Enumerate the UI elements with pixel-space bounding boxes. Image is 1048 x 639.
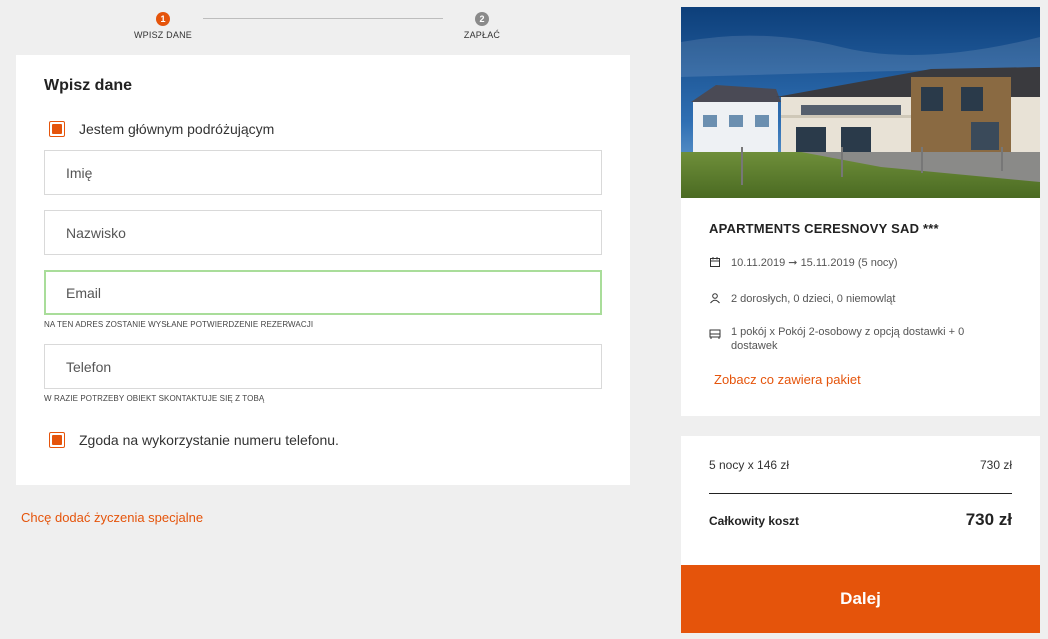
first-name-input[interactable] xyxy=(45,151,601,194)
step-pay: 2 ZAPŁAĆ xyxy=(437,12,527,40)
nights-price-row: 5 nocy x 146 zł 730 zł xyxy=(709,458,1012,472)
main-traveler-label: Jestem głównym podróżującym xyxy=(79,121,275,137)
stay-dates-row: 10.11.2019 ➞ 15.11.2019 (5 nocy) xyxy=(709,256,991,270)
last-name-field xyxy=(44,210,602,255)
email-field xyxy=(44,270,602,315)
email-hint: NA TEN ADRES ZOSTANIE WYSŁANE POTWIERDZE… xyxy=(44,320,314,329)
checkbox-mark xyxy=(52,124,62,134)
email-input[interactable] xyxy=(46,272,600,313)
phone-field xyxy=(44,344,602,389)
price-divider xyxy=(709,493,1012,494)
main-traveler-checkbox[interactable] xyxy=(49,121,65,137)
person-icon xyxy=(709,292,721,304)
step-enter-details: 1 WPISZ DANE xyxy=(118,12,208,40)
guests-row: 2 dorosłych, 0 dzieci, 0 niemowląt xyxy=(709,292,991,306)
total-price-row: Całkowity koszt 730 zł xyxy=(709,510,1012,530)
price-summary-card: 5 nocy x 146 zł 730 zł Całkowity koszt 7… xyxy=(681,436,1040,565)
form-title: Wpisz dane xyxy=(44,77,133,94)
guests-summary: 2 dorosłych, 0 dzieci, 0 niemowląt xyxy=(731,293,896,305)
last-name-input[interactable] xyxy=(45,211,601,254)
nights-label: 5 nocy x 146 zł xyxy=(709,458,790,472)
total-value: 730 zł xyxy=(965,510,1012,529)
hotel-photo xyxy=(681,7,1040,198)
checkbox-mark xyxy=(52,435,62,445)
calendar-icon xyxy=(709,256,721,268)
step-number: 1 xyxy=(156,12,170,26)
phone-input[interactable] xyxy=(45,345,601,388)
progress-stepper: 1 WPISZ DANE 2 ZAPŁAĆ xyxy=(0,0,630,50)
phone-consent-label: Zgoda na wykorzystanie numeru telefonu. xyxy=(79,432,339,448)
step-number: 2 xyxy=(475,12,489,26)
main-traveler-row: Jestem głównym podróżującym xyxy=(49,121,274,137)
hotel-summary-card: APARTMENTS CERESNOVY SAD *** 10.11.2019 … xyxy=(681,7,1040,416)
total-label: Całkowity koszt xyxy=(709,514,800,528)
bed-icon xyxy=(709,328,721,340)
first-name-field xyxy=(44,150,602,195)
phone-consent-row: Zgoda na wykorzystanie numeru telefonu. xyxy=(49,432,339,448)
nights-value: 730 zł xyxy=(979,458,1012,472)
rooms-summary: 1 pokój x Pokój 2-osobowy z opcją dostaw… xyxy=(731,326,965,352)
stay-dates: 10.11.2019 ➞ 15.11.2019 (5 nocy) xyxy=(731,257,898,269)
details-form: Wpisz dane Jestem głównym podróżującym N… xyxy=(16,55,630,485)
step-label: ZAPŁAĆ xyxy=(463,30,501,40)
package-details-link[interactable]: Zobacz co zawiera pakiet xyxy=(714,372,861,387)
hotel-name: APARTMENTS CERESNOVY SAD *** xyxy=(709,221,939,236)
special-requests-link[interactable]: Chcę dodać życzenia specjalne xyxy=(21,510,203,525)
step-label: WPISZ DANE xyxy=(133,30,192,40)
next-button[interactable]: Dalej xyxy=(681,565,1040,633)
phone-consent-checkbox[interactable] xyxy=(49,432,65,448)
stepper-line xyxy=(203,18,443,19)
rooms-row: 1 pokój x Pokój 2-osobowy z opcją dostaw… xyxy=(709,325,991,353)
phone-hint: W RAZIE POTRZEBY OBIEKT SKONTAKTUJE SIĘ … xyxy=(44,394,265,403)
